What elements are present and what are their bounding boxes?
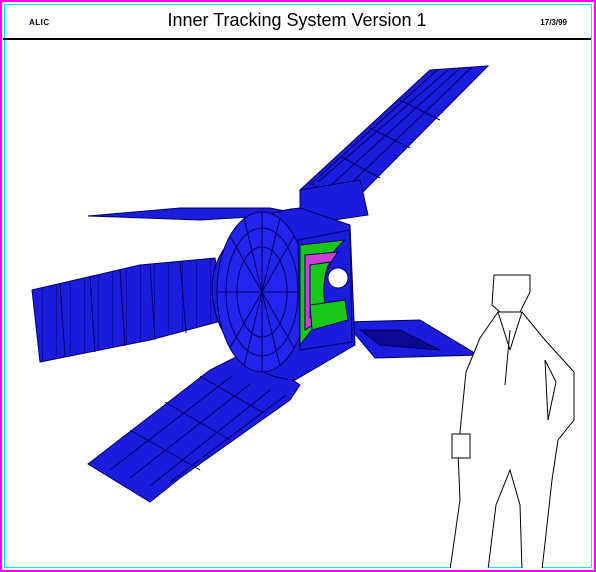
scale-figure — [449, 274, 575, 568]
right-arm — [343, 319, 480, 359]
page-title: Inner Tracking System Version 1 — [167, 10, 427, 30]
upper-arm — [87, 65, 490, 226]
central-barrel — [211, 207, 356, 381]
left-arm — [31, 257, 226, 363]
detector-render — [31, 65, 575, 568]
date-label: 17/3/99 — [540, 18, 567, 27]
title-bar: ALIC Inner Tracking System Version 1 17/… — [3, 3, 591, 40]
